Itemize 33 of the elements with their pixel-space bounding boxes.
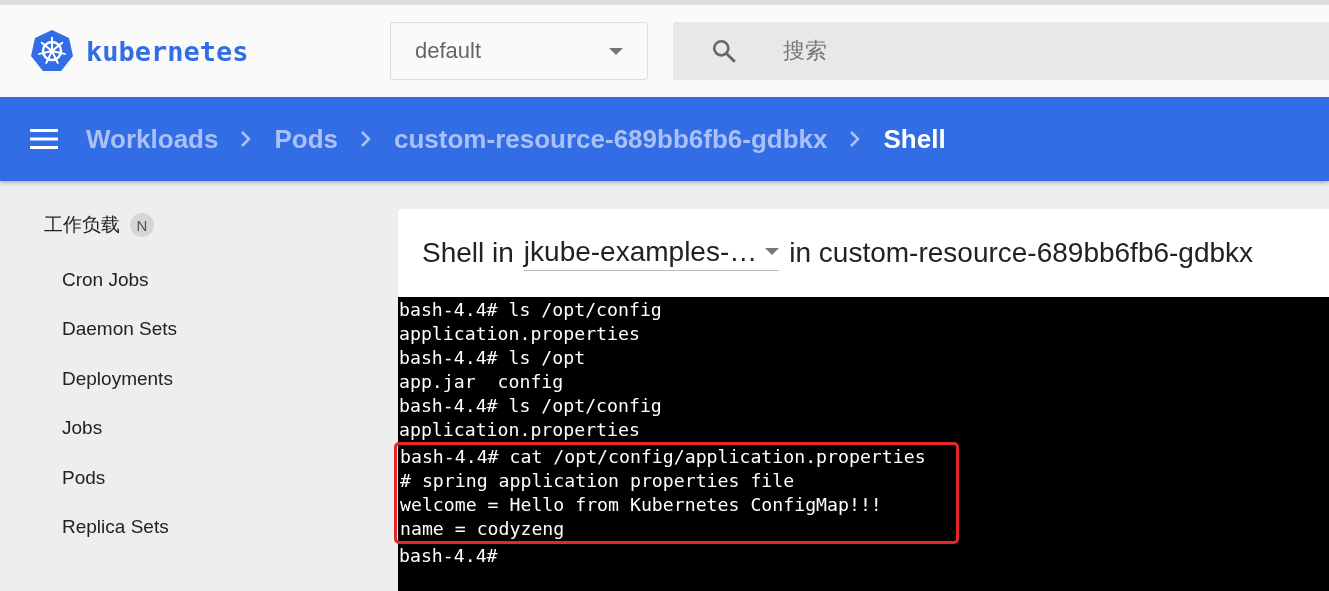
- nav-section-title[interactable]: 工作负载: [44, 212, 120, 238]
- search-icon: [711, 38, 737, 64]
- terminal-line: welcome = Hello from Kubernetes ConfigMap!!!: [399, 493, 883, 517]
- pod-name-text: in custom-resource-689bb6fb6-gdbkx: [789, 237, 1254, 269]
- nav-item[interactable]: Daemon Sets: [44, 304, 398, 354]
- chevron-right-icon: [849, 130, 862, 148]
- shell-title-text: Shell in: [422, 237, 514, 269]
- terminal-line: bash-4.4# ls /opt/config: [398, 394, 663, 418]
- nav-item[interactable]: Pods: [44, 453, 398, 503]
- namespace-select[interactable]: default: [390, 22, 648, 80]
- chevron-right-icon: [240, 130, 253, 148]
- nav-item[interactable]: Deployments: [44, 354, 398, 404]
- terminal-line: bash-4.4#: [398, 544, 499, 568]
- terminal-line: name = codyzeng: [399, 517, 566, 541]
- kubernetes-logo-icon: [30, 29, 74, 73]
- container-select[interactable]: jkube-examples-…: [523, 235, 780, 271]
- caret-icon: [609, 47, 623, 55]
- terminal-line: application.properties: [398, 322, 641, 346]
- terminal-line: bash-4.4# cat /opt/config/application.properties: [399, 445, 927, 469]
- menu-icon[interactable]: [30, 129, 58, 149]
- badge: N: [130, 213, 154, 237]
- caret-icon: [765, 248, 780, 255]
- nav-item[interactable]: Replica Sets: [44, 502, 398, 552]
- terminal-line: application.properties: [398, 418, 641, 442]
- nav-item[interactable]: Cron Jobs: [44, 255, 398, 305]
- terminal-line: bash-4.4# ls /opt/config: [398, 298, 663, 322]
- terminal-line: # spring application properties file: [399, 469, 796, 493]
- terminal-line: app.jar config: [398, 370, 565, 394]
- search-field[interactable]: 搜索: [673, 22, 1329, 80]
- logo-text: kubernetes: [86, 35, 249, 67]
- nav-item[interactable]: Jobs: [44, 403, 398, 453]
- chevron-right-icon: [360, 130, 372, 148]
- terminal-line: bash-4.4# ls /opt: [398, 346, 587, 370]
